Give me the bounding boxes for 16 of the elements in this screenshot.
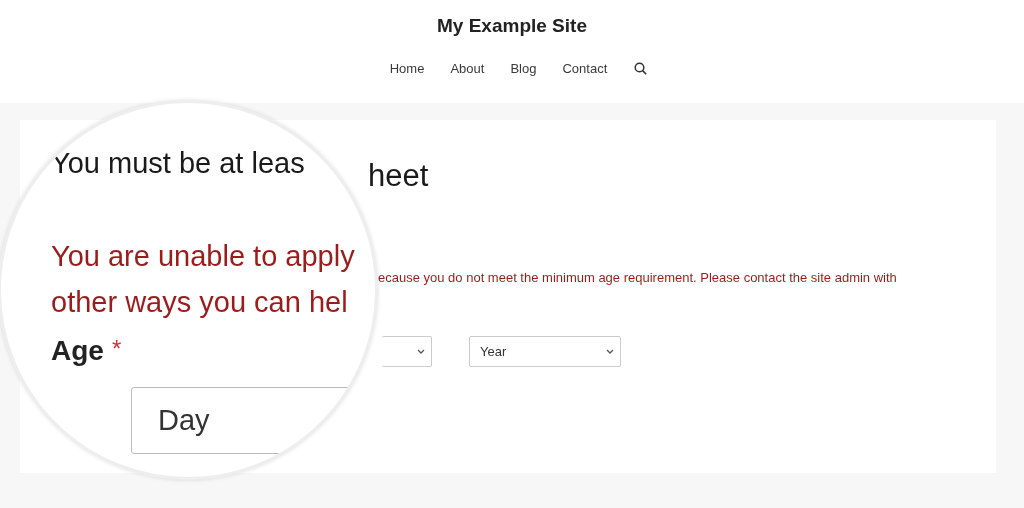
required-mark: * [111,335,122,363]
age-label: Age [51,335,104,367]
chevron-down-icon [606,348,614,355]
magnified-error-line: You are unable to apply [51,239,355,274]
chevron-down-icon [417,348,425,355]
nav-link[interactable]: Blog [497,61,550,76]
error-message: ecause you do not meet the minimum age requirement. Please contact the site admin with [378,270,898,286]
year-select[interactable]: Year [469,336,621,367]
nav-link[interactable]: Contact [549,61,621,76]
site-title[interactable]: My Example Site [437,15,587,37]
search-icon[interactable] [634,62,648,75]
magnified-title: You must be at leas [51,146,305,181]
nav-link[interactable]: Home [376,61,438,76]
form-title: heet [368,158,430,194]
magnified-error-line: other ways you can hel [51,285,348,320]
nav-link[interactable]: About [437,61,498,76]
